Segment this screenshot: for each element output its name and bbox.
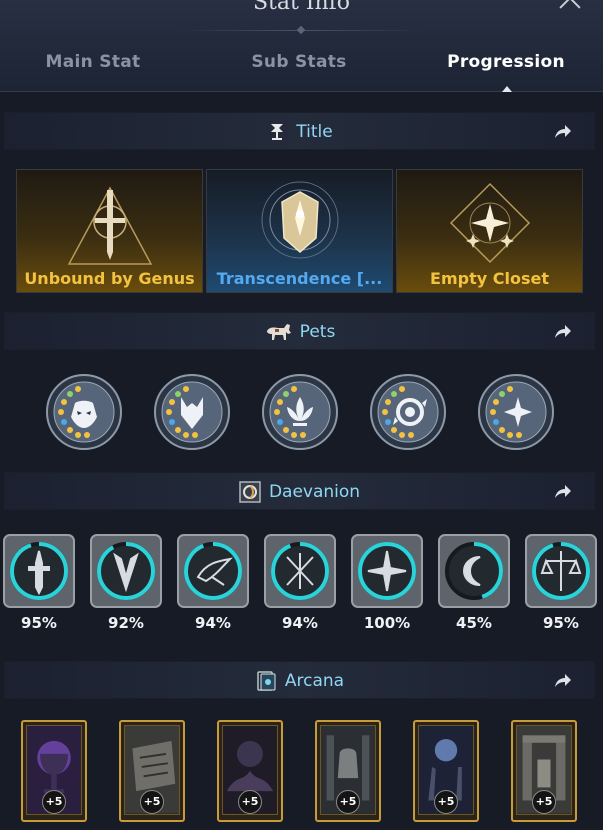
balance-emblem-icon	[525, 534, 597, 608]
enhance-badge: +5	[532, 790, 556, 814]
daevanion-board[interactable]	[89, 533, 163, 609]
share-icon[interactable]	[552, 482, 572, 502]
title-section-header: Title	[4, 112, 595, 150]
moon-emblem-icon	[438, 534, 510, 608]
title-card[interactable]: Unbound by Genus	[16, 169, 203, 293]
title-icon	[271, 124, 284, 140]
arcana-card[interactable]: +5	[413, 720, 479, 822]
star-pet-icon	[478, 374, 554, 450]
daevanion-percent: 95%	[543, 614, 579, 632]
enhance-badge: +5	[140, 790, 164, 814]
title-divider	[180, 30, 423, 31]
daevanion-percent: 94%	[195, 614, 231, 632]
horse-icon	[266, 324, 291, 340]
cross-blades-emblem-icon	[264, 534, 336, 608]
daevanion-percent: 94%	[282, 614, 318, 632]
daevanion-icon	[239, 481, 261, 503]
share-icon[interactable]	[552, 122, 572, 142]
pet-slot[interactable]	[153, 373, 231, 451]
daevanion-percent: 100%	[363, 614, 411, 632]
window-header: Stat Info Main Stat Sub Stats Progressio…	[0, 0, 603, 92]
daevanion-board[interactable]	[437, 533, 511, 609]
title-name: Transcendence [...	[216, 269, 383, 288]
title-name: Unbound by Genus	[24, 269, 195, 288]
arcana-card[interactable]: +5	[511, 720, 577, 822]
tab-sub-stats[interactable]: Sub Stats	[199, 52, 399, 72]
star-diamond-emblem-icon	[449, 182, 531, 264]
title-name: Empty Closet	[430, 269, 549, 288]
daevanion-board[interactable]	[350, 533, 424, 609]
sword-emblem-icon	[3, 534, 75, 608]
mask-pet-icon	[46, 374, 122, 450]
vortex-pet-icon	[370, 374, 446, 450]
share-icon[interactable]	[552, 671, 572, 691]
enhance-badge: +5	[434, 790, 458, 814]
pet-slot[interactable]	[45, 373, 123, 451]
window-title: Stat Info	[252, 0, 351, 15]
active-tab-indicator	[502, 86, 512, 92]
claw-emblem-icon	[90, 534, 162, 608]
compass-emblem-icon	[351, 534, 423, 608]
arcana-card[interactable]: +5	[119, 720, 185, 822]
arcana-card[interactable]: +5	[21, 720, 87, 822]
daevanion-board[interactable]	[524, 533, 598, 609]
pet-slot[interactable]	[477, 373, 555, 451]
daevanion-section-label: Daevanion	[268, 482, 361, 502]
pet-slot[interactable]	[261, 373, 339, 451]
pets-section-header: Pets	[4, 312, 595, 350]
close-icon[interactable]	[556, 0, 584, 12]
daevanion-board[interactable]	[263, 533, 337, 609]
arcana-card[interactable]: +5	[217, 720, 283, 822]
shield-emblem-icon	[261, 181, 339, 259]
daevanion-percent: 92%	[108, 614, 144, 632]
tab-main-stat[interactable]: Main Stat	[0, 52, 193, 72]
daevanion-percent: 95%	[21, 614, 57, 632]
daevanion-section-header: Daevanion	[4, 472, 595, 510]
pet-slot[interactable]	[369, 373, 447, 451]
bird-emblem-icon	[177, 534, 249, 608]
enhance-badge: +5	[238, 790, 262, 814]
arcana-card-icon	[257, 671, 276, 691]
title-card[interactable]: Empty Closet	[396, 169, 583, 293]
daevanion-percent: 45%	[456, 614, 492, 632]
arcana-section-header: Arcana	[4, 661, 595, 699]
wolf-pet-icon	[154, 374, 230, 450]
lotus-pet-icon	[262, 374, 338, 450]
sword-triangle-emblem-icon	[67, 186, 153, 265]
arcana-card[interactable]: +5	[315, 720, 381, 822]
arcana-section-label: Arcana	[284, 671, 345, 691]
enhance-badge: +5	[336, 790, 360, 814]
daevanion-board[interactable]	[2, 533, 76, 609]
tab-progression[interactable]: Progression	[406, 52, 603, 72]
share-icon[interactable]	[552, 322, 572, 342]
enhance-badge: +5	[42, 790, 66, 814]
title-card[interactable]: Transcendence [...	[206, 169, 393, 293]
pets-section-label: Pets	[299, 322, 336, 342]
title-section-label: Title	[296, 122, 333, 142]
daevanion-board[interactable]	[176, 533, 250, 609]
